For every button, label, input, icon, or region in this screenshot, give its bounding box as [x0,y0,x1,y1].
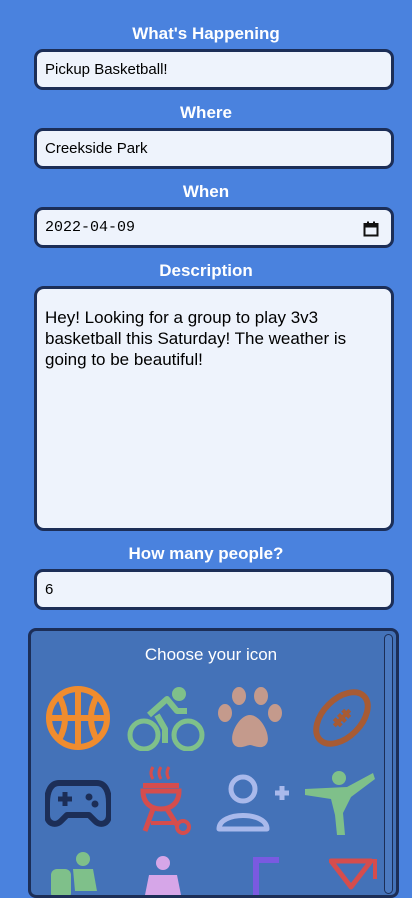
where-label: Where [180,103,232,122]
hiking-icon[interactable] [47,851,113,895]
calendar-icon[interactable] [363,221,379,242]
description-textarea[interactable]: Hey! Looking for a group to play 3v3 bas… [34,286,394,531]
add-person-icon[interactable] [213,773,289,839]
people-label: How many people? [128,544,284,563]
cycling-icon[interactable] [127,685,205,752]
paw-icon[interactable] [217,685,283,751]
description-label: Description [159,261,253,280]
basketball-icon[interactable] [45,685,111,751]
gamepad-icon[interactable] [44,771,112,837]
where-input[interactable]: Creekside Park [34,128,394,169]
cocktail-icon[interactable] [328,857,395,895]
date-input[interactable]: 2022-04-09 [34,207,394,248]
icon-picker-panel[interactable]: Choose your icon [28,628,399,898]
icon-picker-title: Choose your icon [144,645,278,664]
people-input[interactable]: 6 [34,569,394,610]
martial-arts-icon[interactable] [303,769,375,835]
icon-picker-scrollbar[interactable] [384,634,393,894]
flag-icon[interactable] [245,855,311,895]
football-icon[interactable] [309,685,375,751]
what-label: What's Happening [132,24,280,43]
grill-icon[interactable] [131,765,197,835]
person-icon[interactable] [141,855,207,895]
when-label: When [182,182,230,201]
date-value: 2022-04-09 [45,219,136,236]
what-input[interactable]: Pickup Basketball! [34,49,394,90]
